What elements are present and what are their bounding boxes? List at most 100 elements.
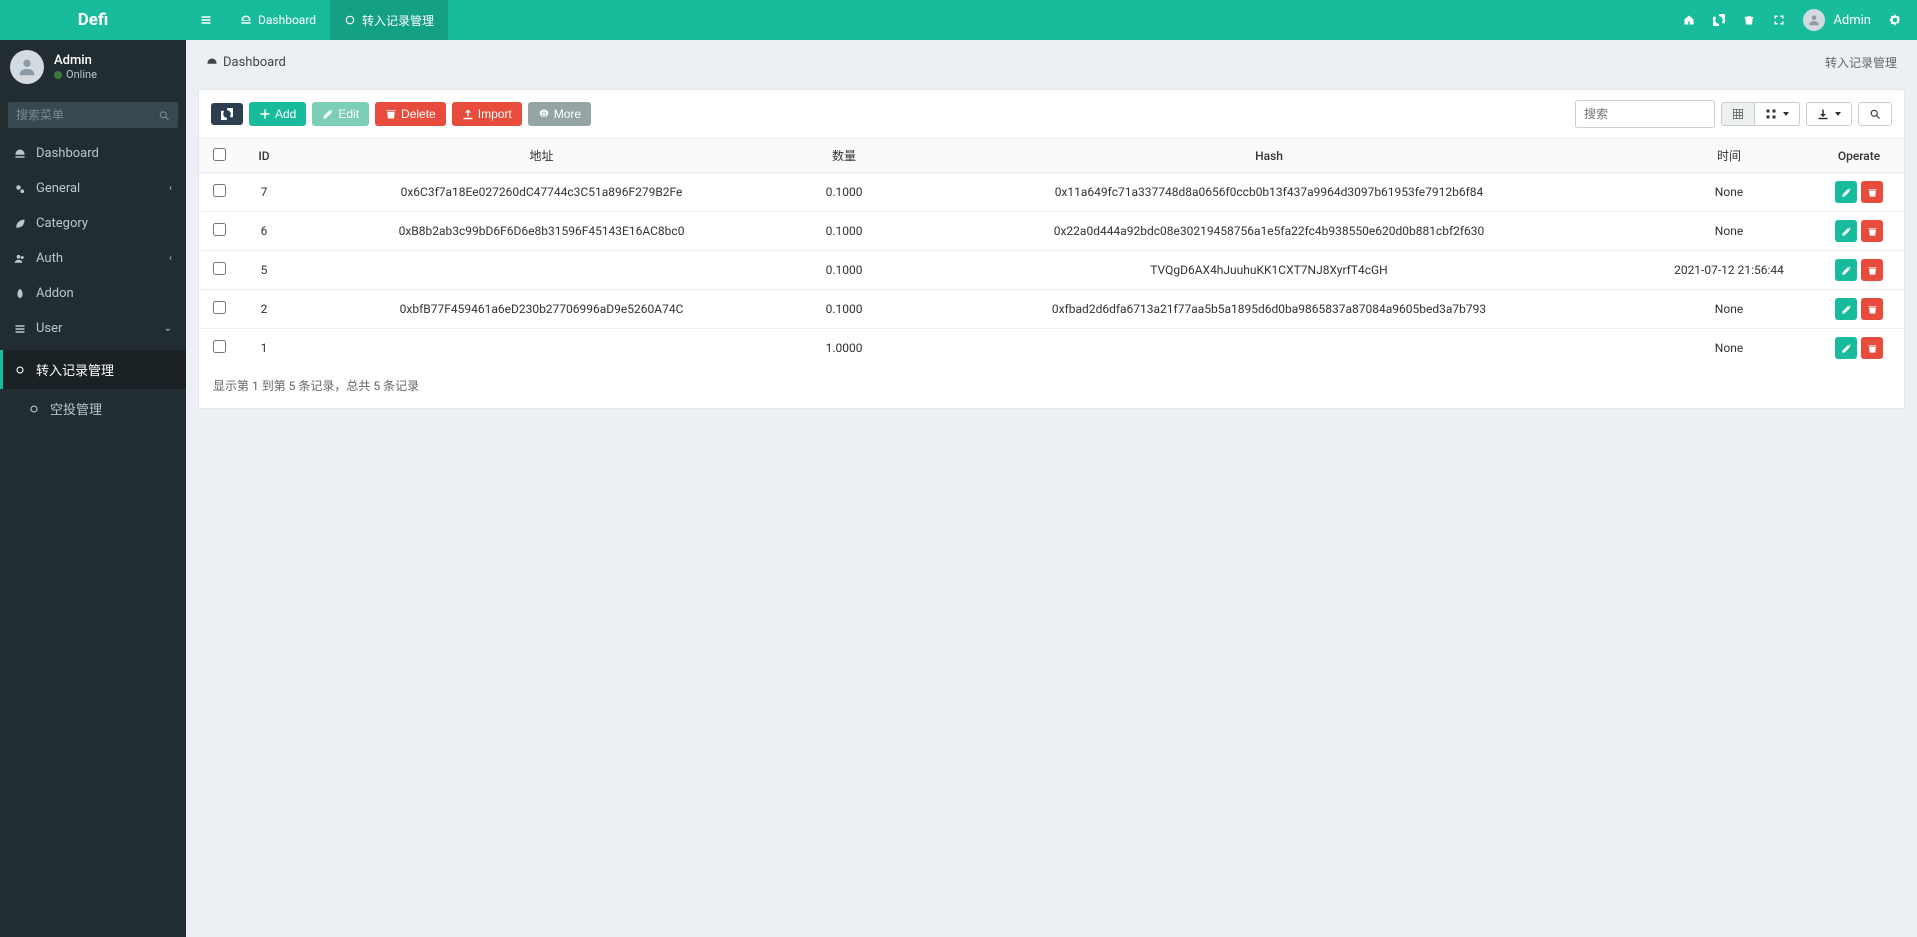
col-address[interactable]: 地址 [289, 139, 794, 173]
user-panel: Admin Online [0, 40, 186, 94]
table-search-input[interactable] [1575, 100, 1715, 128]
add-button[interactable]: Add [249, 102, 306, 126]
sidebar-item-auth[interactable]: Auth‹ [0, 241, 186, 276]
sidebar-user-name: Admin [54, 53, 97, 68]
cell-time: None [1644, 212, 1814, 251]
trash-icon [1867, 343, 1878, 354]
col-amount[interactable]: 数量 [794, 139, 894, 173]
circle-icon [28, 403, 40, 415]
view-list-button[interactable] [1754, 102, 1800, 126]
row-edit-button[interactable] [1835, 298, 1857, 320]
pencil-icon [1841, 304, 1852, 315]
cell-time: None [1644, 290, 1814, 329]
cell-id: 2 [239, 290, 289, 329]
export-button[interactable] [1806, 102, 1852, 126]
sidebar-item-general[interactable]: General‹ [0, 171, 186, 206]
trash-icon[interactable] [1743, 13, 1755, 28]
sidebar-item-label: 空投管理 [50, 399, 102, 418]
edit-button[interactable]: Edit [312, 102, 369, 126]
sidebar-user-status: Online [54, 68, 97, 81]
col-id[interactable]: ID [239, 139, 289, 173]
sidebar-item-label: Category [36, 216, 88, 231]
sidebar-search [8, 102, 178, 128]
refresh-icon[interactable] [1713, 13, 1725, 28]
fullscreen-icon[interactable] [1773, 13, 1785, 28]
row-delete-button[interactable] [1861, 298, 1883, 320]
row-edit-button[interactable] [1835, 259, 1857, 281]
toolbar-right [1575, 100, 1892, 128]
cell-hash: 0xfbad2d6dfa6713a21f77aa5b5a1895d6d0ba98… [894, 290, 1644, 329]
row-delete-button[interactable] [1861, 220, 1883, 242]
trash-icon [385, 108, 397, 120]
row-checkbox[interactable] [213, 223, 226, 236]
cell-address: 0xB8b2ab3c99bD6F6D6e8b31596F45143E16AC8b… [289, 212, 794, 251]
dashboard-icon [14, 148, 26, 160]
col-hash[interactable]: Hash [894, 139, 1644, 173]
refresh-button[interactable] [211, 103, 243, 125]
dashboard-icon [240, 14, 252, 26]
pencil-icon [322, 108, 334, 120]
search-icon[interactable] [158, 108, 170, 123]
table-row: 70x6C3f7a18Ee027260dC47744c3C51a896F279B… [199, 173, 1904, 212]
breadcrumb-home[interactable]: Dashboard [206, 55, 286, 70]
cell-amount: 0.1000 [794, 212, 894, 251]
row-checkbox[interactable] [213, 262, 226, 275]
pencil-icon [1841, 343, 1852, 354]
header-tab-label: 转入记录管理 [362, 12, 434, 29]
dashboard-icon [206, 57, 218, 69]
header-user[interactable]: Admin [1803, 9, 1871, 31]
sidebar-item-dashboard[interactable]: Dashboard [0, 136, 186, 171]
top-header: Defi Dashboard 转入记录管理 Admin [0, 0, 1917, 40]
row-edit-button[interactable] [1835, 220, 1857, 242]
import-button[interactable]: Import [452, 102, 522, 126]
list-icon [14, 323, 26, 335]
select-all-checkbox[interactable] [213, 148, 226, 161]
sidebar-item-label: Dashboard [36, 146, 99, 161]
sidebar-subitem-records[interactable]: 转入记录管理 [0, 350, 186, 389]
sidebar-item-addon[interactable]: Addon [0, 276, 186, 311]
sidebar: Admin Online Dashboard General‹ Category… [0, 40, 186, 937]
sidebar-subitem-airdrop[interactable]: 空投管理 [0, 389, 186, 428]
view-toggle-group [1721, 102, 1800, 126]
row-delete-button[interactable] [1861, 259, 1883, 281]
gear-icon[interactable] [1889, 13, 1901, 28]
cogs-icon [14, 183, 26, 195]
sidebar-item-user[interactable]: User⌄ [0, 311, 186, 346]
sidebar-search-input[interactable] [8, 102, 178, 128]
delete-button[interactable]: Delete [375, 102, 446, 126]
row-checkbox[interactable] [213, 340, 226, 353]
cell-time: None [1644, 173, 1814, 212]
chevron-left-icon: ‹ [169, 183, 172, 194]
cell-address: 0x6C3f7a18Ee027260dC47744c3C51a896F279B2… [289, 173, 794, 212]
row-delete-button[interactable] [1861, 181, 1883, 203]
cell-amount: 0.1000 [794, 290, 894, 329]
main-content: Dashboard 转入记录管理 Add Edit Delete Import … [186, 40, 1917, 409]
cog-icon [538, 108, 550, 120]
view-card-button[interactable] [1721, 102, 1755, 126]
row-edit-button[interactable] [1835, 181, 1857, 203]
sidebar-item-category[interactable]: Category [0, 206, 186, 241]
cell-hash: TVQgD6AX4hJuuhuKK1CXT7NJ8XyrfT4cGH [894, 251, 1644, 290]
sidebar-item-label: User [36, 321, 62, 336]
header-tab-dashboard[interactable]: Dashboard [226, 0, 330, 40]
row-delete-button[interactable] [1861, 337, 1883, 359]
search-button[interactable] [1858, 102, 1892, 126]
more-button[interactable]: More [528, 102, 591, 126]
row-edit-button[interactable] [1835, 337, 1857, 359]
col-operate[interactable]: Operate [1814, 139, 1904, 173]
row-checkbox[interactable] [213, 184, 226, 197]
brand-logo[interactable]: Defi [0, 0, 186, 40]
pencil-icon [1841, 187, 1852, 198]
home-icon[interactable] [1683, 13, 1695, 28]
header-tab-records[interactable]: 转入记录管理 [330, 0, 448, 40]
header-tab-label: Dashboard [258, 13, 316, 27]
sidebar-item-label: Addon [36, 286, 74, 301]
row-checkbox[interactable] [213, 301, 226, 314]
col-time[interactable]: 时间 [1644, 139, 1814, 173]
sidebar-toggle[interactable] [186, 12, 226, 28]
breadcrumb: Dashboard 转入记录管理 [186, 40, 1917, 81]
header-tabs: Dashboard 转入记录管理 [226, 0, 448, 40]
table-row: 60xB8b2ab3c99bD6F6D6e8b31596F45143E16AC8… [199, 212, 1904, 251]
table-row: 50.1000TVQgD6AX4hJuuhuKK1CXT7NJ8XyrfT4cG… [199, 251, 1904, 290]
cell-amount: 0.1000 [794, 173, 894, 212]
